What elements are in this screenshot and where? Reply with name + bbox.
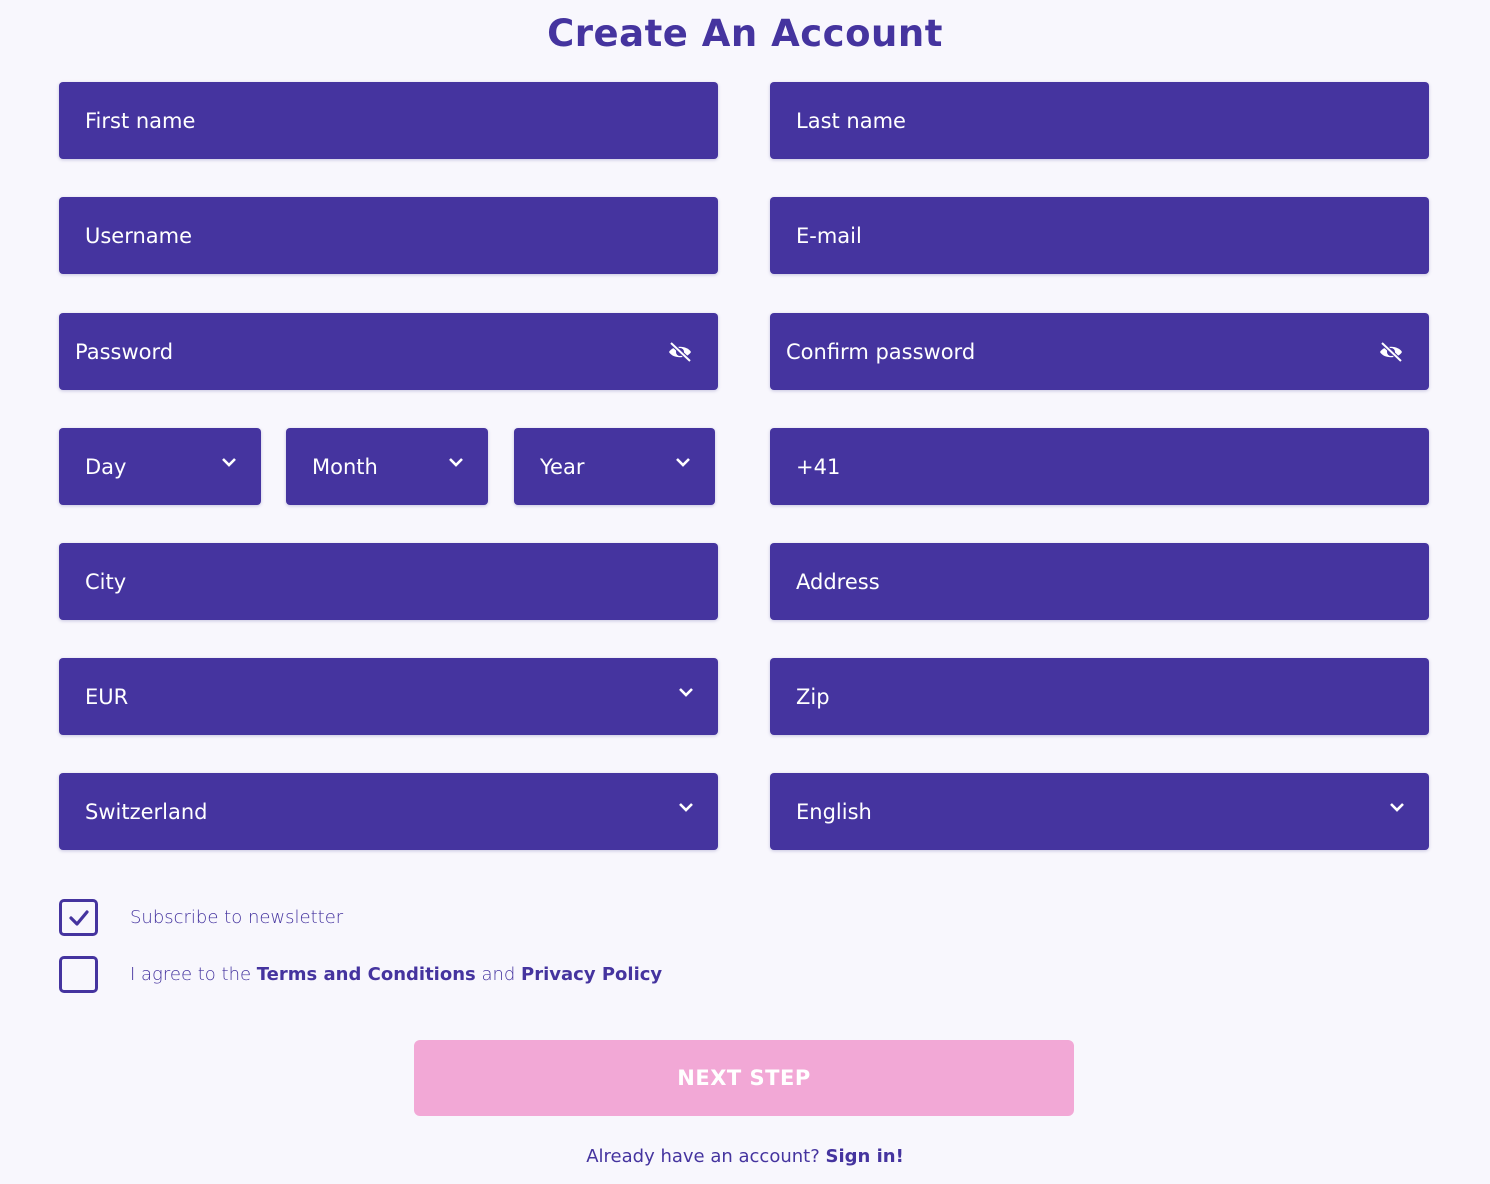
newsletter-row: Subscribe to newsletter bbox=[59, 899, 343, 936]
first-name-placeholder: First name bbox=[85, 108, 196, 133]
terms-prefix: I agree to the bbox=[130, 964, 257, 985]
username-input[interactable]: Username bbox=[59, 197, 718, 274]
page-title: Create An Account bbox=[547, 12, 943, 55]
city-placeholder: City bbox=[85, 569, 127, 594]
chevron-down-icon bbox=[446, 454, 466, 470]
newsletter-label: Subscribe to newsletter bbox=[130, 907, 344, 928]
chevron-down-icon bbox=[1387, 799, 1407, 815]
privacy-link[interactable]: Privacy Policy bbox=[521, 964, 662, 985]
terms-row: I agree to the Terms and Conditions and … bbox=[59, 956, 662, 993]
month-select[interactable]: Month bbox=[286, 428, 488, 505]
zip-placeholder: Zip bbox=[796, 684, 830, 709]
language-select-value: English bbox=[796, 799, 872, 824]
username-placeholder: Username bbox=[85, 223, 193, 248]
phone-value: +41 bbox=[796, 454, 841, 479]
confirm-password-placeholder: Confirm password bbox=[786, 339, 976, 364]
eye-slash-icon[interactable] bbox=[1377, 338, 1405, 366]
chevron-down-icon bbox=[219, 454, 239, 470]
address-input[interactable]: Address bbox=[770, 543, 1429, 620]
first-name-input[interactable]: First name bbox=[59, 82, 718, 159]
terms-middle: and bbox=[475, 964, 522, 985]
phone-input[interactable]: +41 bbox=[770, 428, 1429, 505]
currency-select-value: EUR bbox=[85, 684, 129, 709]
chevron-down-icon bbox=[676, 799, 696, 815]
password-placeholder: Password bbox=[75, 339, 174, 364]
email-input[interactable]: E-mail bbox=[770, 197, 1429, 274]
year-select-value: Year bbox=[540, 454, 585, 479]
currency-select[interactable]: EUR bbox=[59, 658, 718, 735]
eye-slash-icon[interactable] bbox=[666, 338, 694, 366]
signin-link[interactable]: Sign in! bbox=[825, 1146, 903, 1167]
day-select[interactable]: Day bbox=[59, 428, 261, 505]
signin-prompt: Already have an account? bbox=[586, 1146, 826, 1167]
zip-input[interactable]: Zip bbox=[770, 658, 1429, 735]
last-name-input[interactable]: Last name bbox=[770, 82, 1429, 159]
chevron-down-icon bbox=[676, 684, 696, 700]
confirm-password-input[interactable]: Confirm password bbox=[770, 313, 1429, 390]
country-select[interactable]: Switzerland bbox=[59, 773, 718, 850]
email-placeholder: E-mail bbox=[796, 223, 862, 248]
language-select[interactable]: English bbox=[770, 773, 1429, 850]
next-step-button[interactable]: NEXT STEP bbox=[414, 1040, 1074, 1116]
chevron-down-icon bbox=[673, 454, 693, 470]
day-select-value: Day bbox=[85, 454, 127, 479]
signin-row: Already have an account? Sign in! bbox=[0, 1146, 1490, 1167]
newsletter-checkbox[interactable] bbox=[59, 899, 98, 936]
country-select-value: Switzerland bbox=[85, 799, 208, 824]
password-input[interactable]: Password bbox=[59, 313, 718, 390]
last-name-placeholder: Last name bbox=[796, 108, 906, 133]
month-select-value: Month bbox=[312, 454, 378, 479]
address-placeholder: Address bbox=[796, 569, 880, 594]
year-select[interactable]: Year bbox=[514, 428, 715, 505]
city-input[interactable]: City bbox=[59, 543, 718, 620]
terms-checkbox[interactable] bbox=[59, 956, 98, 993]
checkmark-icon bbox=[68, 909, 89, 926]
terms-link[interactable]: Terms and Conditions bbox=[257, 964, 476, 985]
